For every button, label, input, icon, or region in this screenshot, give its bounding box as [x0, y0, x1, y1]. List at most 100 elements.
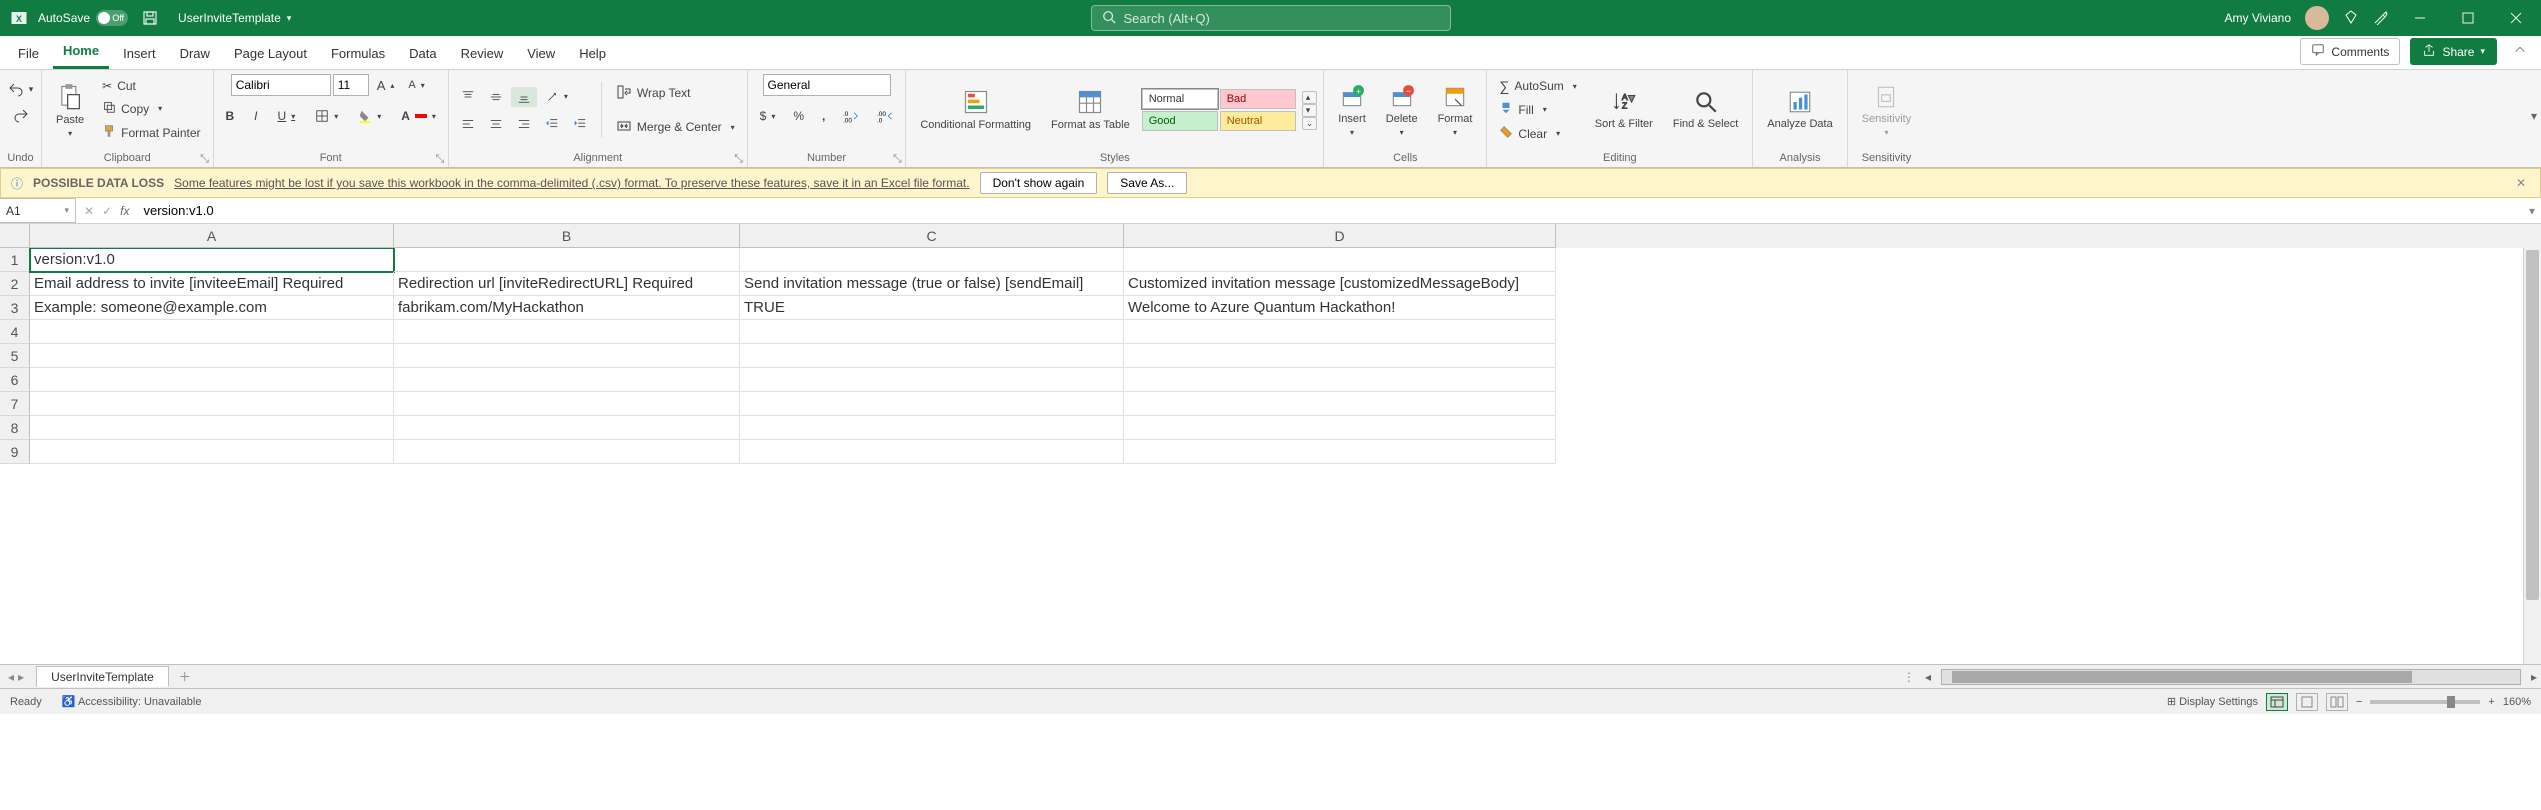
- conditional-formatting-button[interactable]: Conditional Formatting: [912, 84, 1039, 135]
- dont-show-again-button[interactable]: Don't show again: [980, 172, 1098, 194]
- tab-data[interactable]: Data: [399, 40, 446, 69]
- cell-A4[interactable]: [30, 320, 394, 344]
- font-launcher-icon[interactable]: ⤡: [434, 153, 446, 165]
- format-as-table-button[interactable]: Format as Table: [1043, 84, 1138, 135]
- cell-D9[interactable]: [1124, 440, 1556, 464]
- cell-style-bad[interactable]: Bad: [1220, 89, 1296, 109]
- minimize-button[interactable]: [2403, 0, 2437, 36]
- copy-button[interactable]: Copy▾: [96, 97, 206, 120]
- sort-filter-button[interactable]: AZSort & Filter: [1587, 85, 1661, 134]
- row-header-5[interactable]: 5: [0, 344, 30, 368]
- tab-file[interactable]: File: [8, 40, 49, 69]
- tab-formulas[interactable]: Formulas: [321, 40, 395, 69]
- undo-button[interactable]: ▾: [2, 78, 40, 100]
- filename-dropdown[interactable]: UserInviteTemplate ▾: [178, 11, 291, 25]
- row-header-3[interactable]: 3: [0, 296, 30, 320]
- cell-D4[interactable]: [1124, 320, 1556, 344]
- fill-color-button[interactable]: ▾: [352, 106, 387, 126]
- cell-A2[interactable]: Email address to invite [inviteeEmail] R…: [30, 272, 394, 296]
- wrap-text-button[interactable]: Wrap Text: [610, 81, 741, 106]
- cell-B7[interactable]: [394, 392, 740, 416]
- number-format-select[interactable]: [763, 74, 891, 96]
- merge-center-button[interactable]: Merge & Center▾: [610, 115, 741, 140]
- enter-formula-icon[interactable]: ✓: [102, 204, 112, 218]
- cell-A1[interactable]: version:v1.0: [30, 248, 394, 272]
- search-box[interactable]: [1091, 5, 1451, 31]
- cell-D3[interactable]: Welcome to Azure Quantum Hackathon!: [1124, 296, 1556, 320]
- cell-B2[interactable]: Redirection url [inviteRedirectURL] Requ…: [394, 272, 740, 296]
- styles-scroll-down[interactable]: ▾: [1302, 104, 1318, 117]
- msgbar-close-icon[interactable]: ✕: [2512, 176, 2530, 190]
- cell-B5[interactable]: [394, 344, 740, 368]
- percent-format-button[interactable]: %: [787, 106, 810, 126]
- autosave-toggle[interactable]: AutoSave Off: [38, 10, 128, 26]
- align-left-button[interactable]: [455, 114, 481, 134]
- cell-C1[interactable]: [740, 248, 1124, 272]
- formula-input[interactable]: [137, 203, 2523, 218]
- cell-A3[interactable]: Example: someone@example.com: [30, 296, 394, 320]
- align-bottom-button[interactable]: [511, 87, 537, 107]
- format-painter-button[interactable]: Format Painter: [96, 121, 206, 144]
- cell-C3[interactable]: TRUE: [740, 296, 1124, 320]
- decrease-font-button[interactable]: A▾: [402, 76, 430, 94]
- styles-gallery-button[interactable]: ⌄: [1302, 117, 1318, 130]
- tab-page-layout[interactable]: Page Layout: [224, 40, 317, 69]
- sheet-prev-icon[interactable]: ◂: [8, 670, 14, 684]
- username-label[interactable]: Amy Viviano: [2225, 11, 2291, 25]
- comments-button[interactable]: Comments: [2300, 38, 2400, 65]
- border-button[interactable]: ▾: [309, 106, 344, 126]
- align-middle-button[interactable]: [483, 87, 509, 107]
- align-top-button[interactable]: [455, 87, 481, 107]
- save-as-button[interactable]: Save As...: [1107, 172, 1187, 194]
- decrease-decimal-button[interactable]: .00.0: [871, 106, 899, 126]
- cell-D1[interactable]: [1124, 248, 1556, 272]
- page-break-view-button[interactable]: [2326, 693, 2348, 711]
- cancel-formula-icon[interactable]: ✕: [84, 204, 94, 218]
- cell-C7[interactable]: [740, 392, 1124, 416]
- tab-draw[interactable]: Draw: [170, 40, 220, 69]
- zoom-slider[interactable]: [2370, 700, 2480, 704]
- sensitivity-button[interactable]: Sensitivity▾: [1854, 80, 1920, 141]
- cell-B1[interactable]: [394, 248, 740, 272]
- diamond-icon[interactable]: [2343, 9, 2359, 28]
- hscroll-right-icon[interactable]: ▸: [2527, 670, 2541, 684]
- increase-indent-button[interactable]: [567, 114, 593, 134]
- cell-C9[interactable]: [740, 440, 1124, 464]
- insert-cells-button[interactable]: +Insert▾: [1330, 80, 1374, 141]
- number-launcher-icon[interactable]: ⤡: [891, 153, 903, 165]
- save-icon[interactable]: [142, 10, 158, 26]
- font-color-button[interactable]: A▾: [395, 106, 442, 126]
- row-header-8[interactable]: 8: [0, 416, 30, 440]
- expand-formula-bar-icon[interactable]: ▾: [2523, 204, 2541, 218]
- avatar[interactable]: [2305, 6, 2329, 30]
- col-header-C[interactable]: C: [740, 224, 1124, 248]
- page-layout-view-button[interactable]: [2296, 693, 2318, 711]
- tab-view[interactable]: View: [517, 40, 565, 69]
- display-settings-button[interactable]: ⊞ Display Settings: [2167, 695, 2258, 708]
- comma-format-button[interactable]: ,: [816, 106, 831, 126]
- cell-D2[interactable]: Customized invitation message [customize…: [1124, 272, 1556, 296]
- row-header-9[interactable]: 9: [0, 440, 30, 464]
- format-cells-button[interactable]: Format▾: [1430, 80, 1481, 141]
- cell-C8[interactable]: [740, 416, 1124, 440]
- cell-A5[interactable]: [30, 344, 394, 368]
- paste-button[interactable]: Paste ▾: [48, 79, 92, 142]
- cell-style-neutral[interactable]: Neutral: [1220, 111, 1296, 131]
- styles-scroll-up[interactable]: ▴: [1302, 91, 1318, 104]
- bold-button[interactable]: B: [220, 106, 241, 126]
- clear-button[interactable]: Clear▾: [1493, 122, 1582, 145]
- hscroll-left-icon[interactable]: ◂: [1921, 670, 1935, 684]
- cell-B8[interactable]: [394, 416, 740, 440]
- cell-A9[interactable]: [30, 440, 394, 464]
- fill-button[interactable]: Fill▾: [1493, 98, 1582, 121]
- close-button[interactable]: [2499, 0, 2533, 36]
- cell-B4[interactable]: [394, 320, 740, 344]
- cell-style-normal[interactable]: Normal: [1142, 89, 1218, 109]
- find-select-button[interactable]: Find & Select: [1665, 85, 1746, 134]
- row-header-1[interactable]: 1: [0, 248, 30, 272]
- vertical-scrollbar[interactable]: [2523, 248, 2541, 664]
- redo-button[interactable]: [7, 104, 35, 126]
- cell-B6[interactable]: [394, 368, 740, 392]
- cell-B9[interactable]: [394, 440, 740, 464]
- cell-D7[interactable]: [1124, 392, 1556, 416]
